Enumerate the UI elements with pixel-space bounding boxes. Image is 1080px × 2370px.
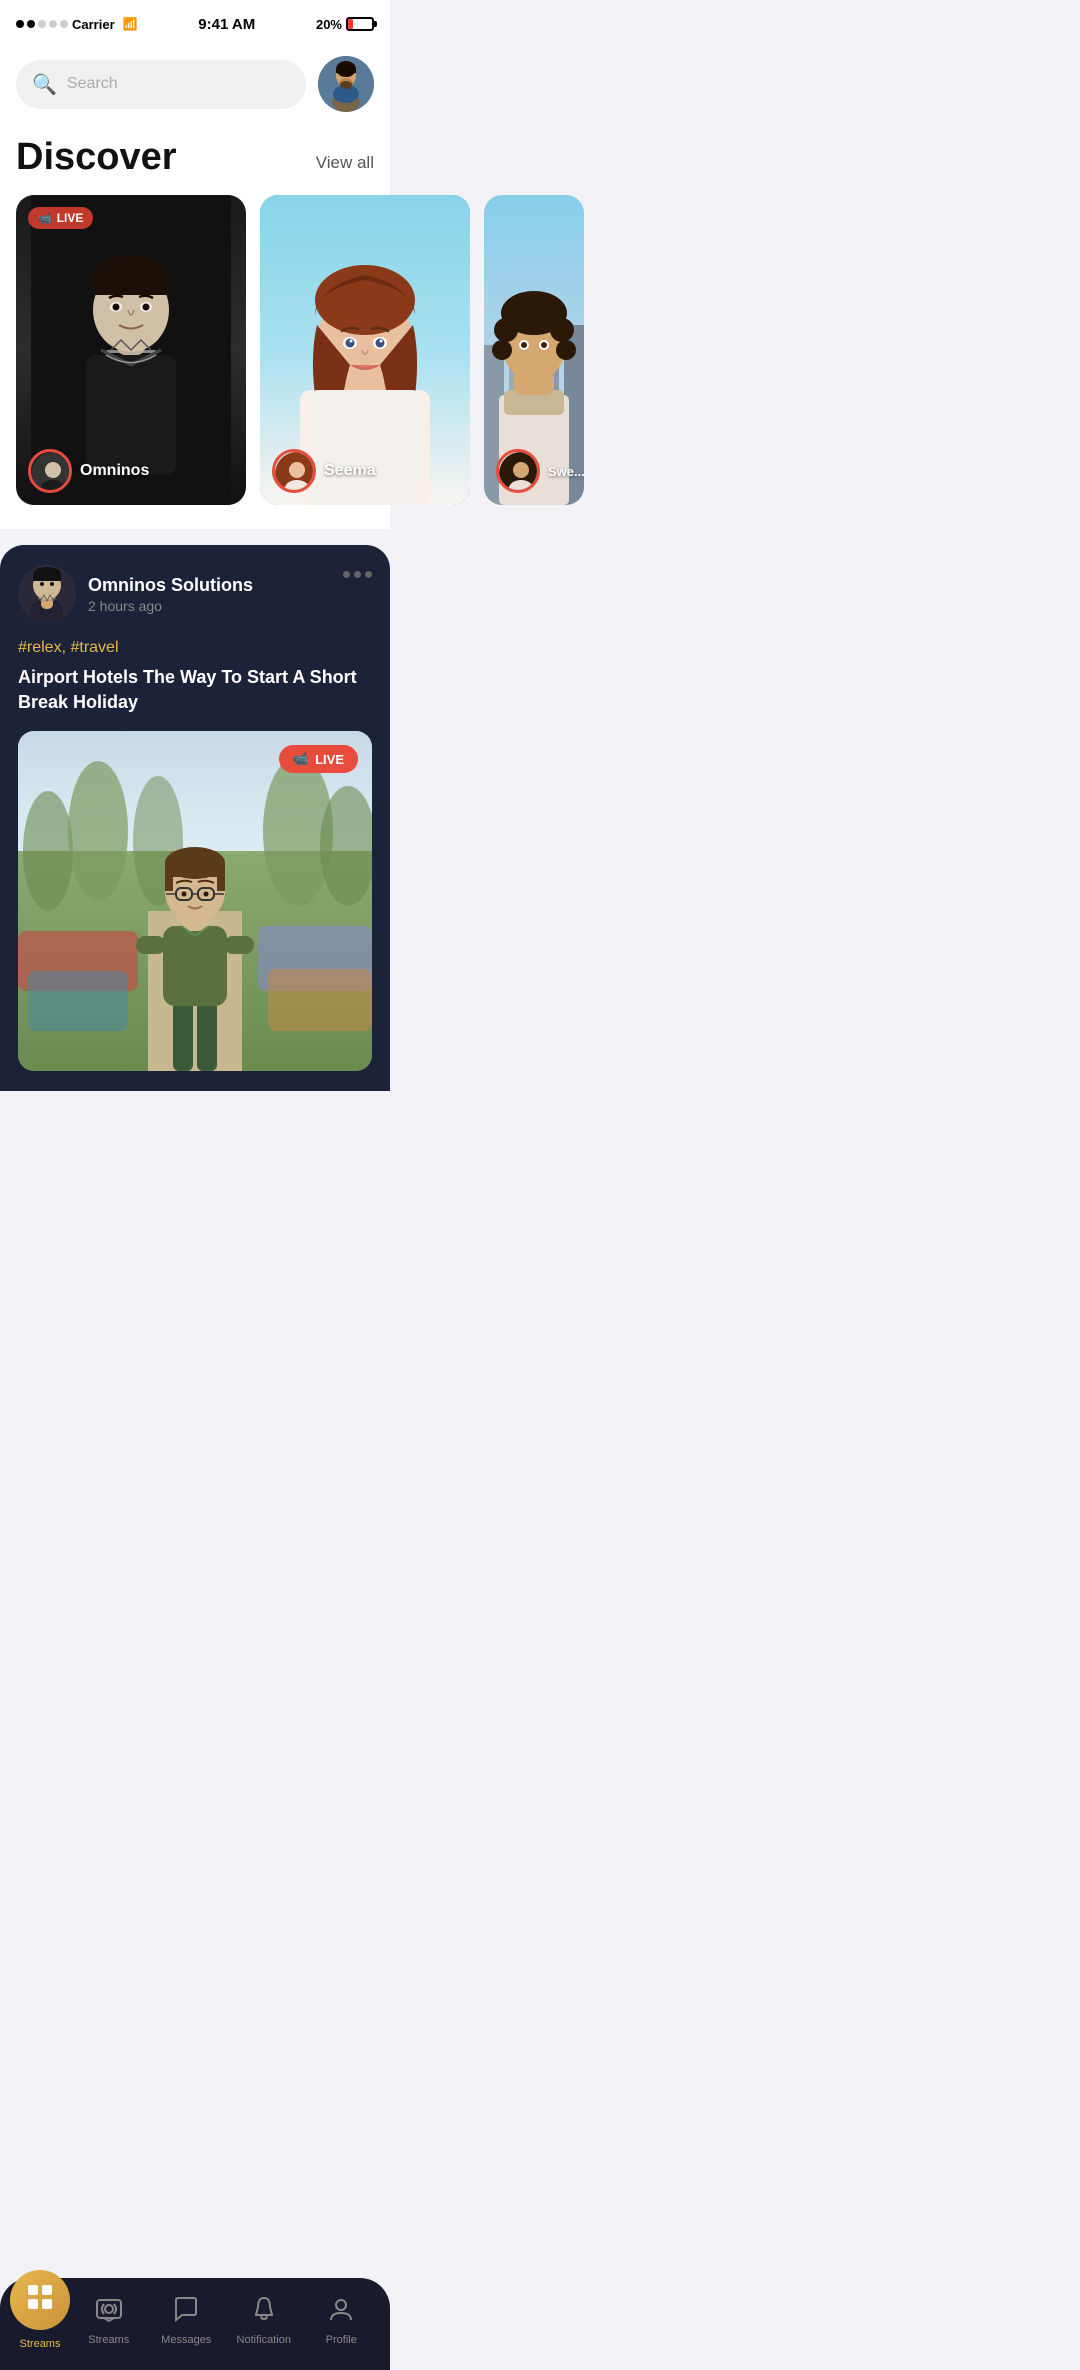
search-bar[interactable]: 🔍 Search — [16, 60, 306, 109]
card3-username: Swe... — [548, 464, 584, 479]
battery-fill — [348, 19, 353, 29]
search-icon: 🔍 — [32, 72, 57, 97]
status-right: 20% — [316, 17, 374, 32]
view-all-button[interactable]: View all — [316, 153, 374, 179]
nav-item-streams[interactable]: Streams — [70, 2295, 148, 2346]
post-header: Omninos Solutions 2 hours ago — [18, 565, 372, 623]
notification-icon — [250, 2295, 278, 2330]
nav-notification-label: Notification — [237, 2334, 291, 2346]
dot-2 — [354, 571, 361, 578]
stream-card-3[interactable]: Swe... — [484, 195, 584, 505]
post-img-bg — [18, 731, 372, 1071]
signal-dot-3 — [38, 20, 46, 28]
home-icon — [26, 2283, 54, 2318]
post-image[interactable]: 📹 LIVE — [18, 731, 372, 1071]
post-live-text: LIVE — [315, 752, 344, 767]
messages-icon — [172, 2295, 200, 2330]
card2-username: Seema — [324, 462, 376, 480]
nav-item-profile[interactable]: Profile — [303, 2295, 381, 2346]
card1-username: Omninos — [80, 462, 149, 480]
card1-overlay: Omninos — [16, 195, 246, 505]
dot-1 — [343, 571, 350, 578]
search-row: 🔍 Search — [16, 56, 374, 112]
card1-user: Omninos — [28, 449, 234, 493]
post-time: 2 hours ago — [88, 598, 253, 614]
battery-percent: 20% — [316, 17, 342, 32]
card1-avatar — [28, 449, 72, 493]
signal-dots — [16, 20, 68, 28]
stream-card-2[interactable]: Seema — [260, 195, 470, 505]
stream-card-1[interactable]: 📹 LIVE Omninos — [16, 195, 246, 505]
nav-streams-label: Streams — [88, 2334, 129, 2346]
post-cam-icon: 📹 — [293, 751, 309, 767]
nav-profile-label: Profile — [326, 2334, 357, 2346]
stream-cards-container: 📹 LIVE Omninos — [16, 195, 374, 509]
signal-dot-1 — [16, 20, 24, 28]
post-user-info: Omninos Solutions 2 hours ago — [18, 565, 253, 623]
post-user-details: Omninos Solutions 2 hours ago — [88, 575, 253, 614]
nav-item-home[interactable]: Streams — [10, 2290, 70, 2350]
card3-avatar — [496, 449, 540, 493]
card3-overlay: Swe... — [484, 195, 584, 505]
post-username: Omninos Solutions — [88, 575, 253, 596]
card2-overlay: Seema — [260, 195, 470, 505]
battery-bar — [346, 17, 374, 31]
card2-user: Seema — [272, 449, 458, 493]
nav-item-notification[interactable]: Notification — [225, 2295, 303, 2346]
post-options[interactable] — [343, 565, 372, 578]
post-avatar[interactable] — [18, 565, 76, 623]
status-left: Carrier 📶 — [16, 17, 138, 32]
card2-avatar — [272, 449, 316, 493]
card3-user: Swe... — [496, 449, 572, 493]
user-avatar[interactable] — [318, 56, 374, 112]
discover-header: Discover View all — [16, 136, 374, 179]
discover-title: Discover — [16, 136, 177, 179]
streams-icon — [95, 2295, 123, 2330]
feed-section: Omninos Solutions 2 hours ago #relex, #t… — [0, 545, 390, 1091]
bottom-nav: Streams Streams Messages — [0, 2278, 390, 2370]
carrier-text: Carrier — [72, 17, 115, 32]
signal-dot-2 — [27, 20, 35, 28]
signal-dot-4 — [49, 20, 57, 28]
wifi-icon: 📶 — [123, 17, 138, 31]
status-time: 9:41 AM — [198, 16, 255, 33]
post-title: Airport Hotels The Way To Start A Short … — [18, 665, 372, 715]
top-section: 🔍 Search — [0, 44, 390, 529]
post-tags: #relex, #travel — [18, 639, 372, 657]
profile-icon — [327, 2295, 355, 2330]
dot-3 — [365, 571, 372, 578]
search-placeholder[interactable]: Search — [67, 75, 118, 93]
avatar-svg — [318, 56, 374, 112]
nav-item-messages[interactable]: Messages — [148, 2295, 226, 2346]
nav-messages-label: Messages — [161, 2334, 211, 2346]
signal-dot-5 — [60, 20, 68, 28]
status-bar: Carrier 📶 9:41 AM 20% — [0, 0, 390, 44]
post-scene — [18, 731, 372, 1071]
nav-home-label: Streams — [20, 2338, 61, 2350]
post-live-badge: 📹 LIVE — [279, 745, 358, 773]
nav-home-circle[interactable] — [10, 2270, 70, 2330]
